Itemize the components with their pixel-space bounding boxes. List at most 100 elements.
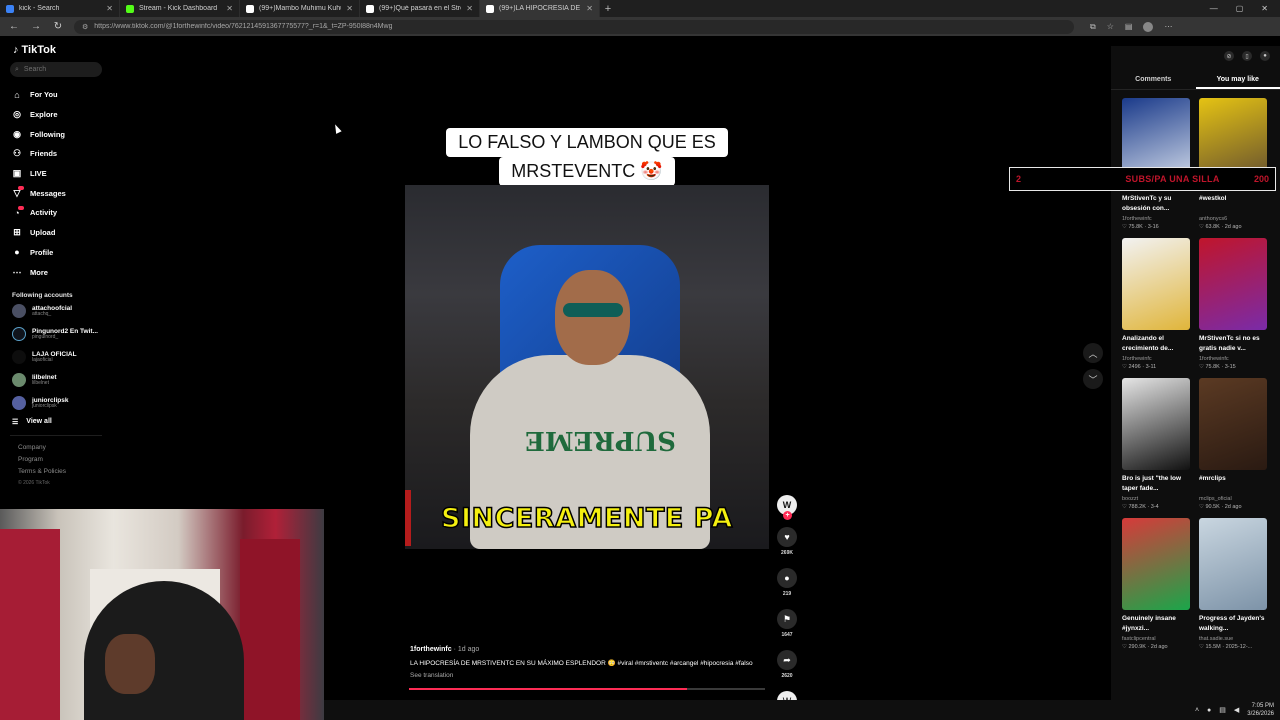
browser-tab[interactable]: Stream - Kick Dashboard ✕ xyxy=(120,0,240,17)
see-translation-link[interactable]: See translation xyxy=(410,672,770,679)
back-icon[interactable]: ← xyxy=(8,21,20,32)
video-author[interactable]: 1forthewinfc · 1d ago xyxy=(410,646,770,653)
clock-time: 7:05 PM xyxy=(1251,703,1274,709)
sidebar-item-for-you[interactable]: ⌂ For You xyxy=(10,85,102,105)
mouse-cursor xyxy=(332,123,342,134)
following-accounts-title: Following accounts xyxy=(12,291,73,299)
card-thumbnail xyxy=(1122,518,1190,610)
block-icon[interactable]: ⊘ xyxy=(1224,51,1234,61)
sidebar-item-upload[interactable]: ⊞ Upload xyxy=(10,223,102,243)
recommendation-card[interactable]: #mrclips mclips_oficial ♡ 90.5K · 2d ago xyxy=(1199,378,1267,510)
mic-icon[interactable]: ● xyxy=(1207,707,1211,714)
video-player[interactable]: SUPREME SINCERAMENTE PA xyxy=(405,185,769,549)
close-tab-icon[interactable]: ✕ xyxy=(106,4,113,13)
share-button[interactable]: ➦ xyxy=(777,650,797,670)
close-tab-icon[interactable]: ✕ xyxy=(586,4,593,13)
recommendation-card[interactable]: MrStivenTc si no es gratis nadie v... 1f… xyxy=(1199,238,1267,370)
sidebar-item-following[interactable]: ◉ Following xyxy=(10,124,102,144)
video-progress-bar[interactable] xyxy=(409,688,765,690)
tiktok-logo[interactable]: ♪ TikTok xyxy=(13,44,102,56)
close-tab-icon[interactable]: ✕ xyxy=(226,4,233,13)
browser-tab[interactable]: (99+)Mambo Muhimu Kuhusu Fe ✕ xyxy=(240,0,360,17)
previous-video-button[interactable]: ︿ xyxy=(1083,343,1103,363)
favorites-icon[interactable]: ☆ xyxy=(1107,22,1114,32)
card-stats: ♡ 75.8K · 3-15 xyxy=(1199,364,1236,370)
url-field[interactable]: ⚙ https://www.tiktok.com/@1forthewinfc/v… xyxy=(74,19,1074,34)
following-account[interactable]: juniorclipsk juniorclipsk xyxy=(10,393,102,414)
close-window-icon[interactable]: ✕ xyxy=(1261,4,1268,13)
comment-button[interactable]: ● xyxy=(777,568,797,588)
upload-icon: ⊞ xyxy=(13,227,21,238)
recommendation-card[interactable]: #westkol anthonycs6 ♡ 63.8K · 2d ago xyxy=(1199,98,1267,230)
sidebar-item-label: Profile xyxy=(30,247,54,257)
recommendation-card[interactable]: Analizando el crecimiento de... 1forthew… xyxy=(1122,238,1190,370)
webcam-overlay xyxy=(0,509,324,720)
sidebar-item-explore[interactable]: ◎ Explore xyxy=(10,105,102,125)
avatar xyxy=(12,396,26,411)
network-icon[interactable]: ▤ xyxy=(1219,706,1226,714)
account-handle: pinguinord_ xyxy=(32,334,59,341)
creator-avatar[interactable]: W + xyxy=(777,495,797,520)
recommendation-card[interactable]: Bro is just "the low taper fade... boozz… xyxy=(1122,378,1190,510)
sub-goal-target: 200 xyxy=(1253,174,1269,184)
search-input[interactable]: ⌕ Search xyxy=(10,62,102,77)
volume-icon[interactable]: ◀ xyxy=(1234,706,1239,714)
video-nav-arrows: ︿ ﹀ xyxy=(1083,343,1103,389)
following-account[interactable]: lilbelnet lilbelnet xyxy=(10,370,102,391)
browser-tab[interactable]: (99+)Qué pasará en el Stream de ✕ xyxy=(360,0,480,17)
phone-icon[interactable]: ▯ xyxy=(1242,51,1252,61)
search-placeholder: Search xyxy=(23,66,47,73)
account-handle: attachq_ xyxy=(32,311,52,318)
system-clock[interactable]: 7:05 PM 3/26/2026 xyxy=(1247,702,1274,718)
sidebar-item-activity[interactable]: ◔ Activity xyxy=(10,203,102,223)
account-handle: juniorclipsk xyxy=(32,403,57,410)
following-account[interactable]: LAJA OFICIAL lajaoficial xyxy=(10,347,102,368)
reload-icon[interactable]: ↻ xyxy=(52,21,64,32)
save-button[interactable]: ⚑ xyxy=(777,609,797,629)
tab-comments[interactable]: Comments xyxy=(1111,76,1196,89)
sidebar-item-label: Messages xyxy=(30,188,66,198)
recommendation-card[interactable]: MrStivenTc y su obsesión con... 1forthew… xyxy=(1122,98,1190,230)
extensions-icon[interactable]: ⧉ xyxy=(1090,22,1096,32)
sidebar-item-more[interactable]: ⋯ More xyxy=(10,262,102,282)
sidebar-item-live[interactable]: ▣ LIVE xyxy=(10,164,102,184)
forward-icon[interactable]: → xyxy=(30,21,42,32)
sidebar-item-label: Following xyxy=(30,129,65,139)
sidebar-item-profile[interactable]: ● Profile xyxy=(10,243,102,263)
address-bar-row: ← → ↻ ⚙ https://www.tiktok.com/@1forthew… xyxy=(0,17,1280,36)
footer-link-terms[interactable]: Terms & Policies xyxy=(18,466,102,478)
comment-count: 219 xyxy=(782,591,792,597)
site-info-icon[interactable]: ⚙ xyxy=(82,23,88,31)
recommendation-card[interactable]: Progress of Jayden's walking... that.sad… xyxy=(1199,518,1267,650)
video-title-line-1: LO FALSO Y LAMBON QUE ES xyxy=(446,128,728,157)
profile-avatar-icon[interactable] xyxy=(1143,21,1154,32)
video-actions: W+ ♥ 269K ● 219 ⚑ 1647 ➦ 2620 W xyxy=(776,495,798,711)
browser-tab-active[interactable]: (99+)LA HIPOCRESÍA DE MR ✕ xyxy=(480,0,600,17)
post-age: · 1d ago xyxy=(453,646,480,653)
tray-arrow-icon[interactable]: ˄ xyxy=(1195,707,1199,714)
next-video-button[interactable]: ﹀ xyxy=(1083,369,1103,389)
tab-you-may-like[interactable]: You may like xyxy=(1195,76,1280,89)
maximize-icon[interactable]: ▢ xyxy=(1236,4,1244,13)
following-account[interactable]: attachoofcial attachq_ xyxy=(10,301,102,322)
sidebar-item-friends[interactable]: ⚇ Friends xyxy=(10,144,102,164)
like-button[interactable]: ♥ xyxy=(777,527,797,547)
account-handle: lajaoficial xyxy=(32,357,53,364)
browser-tab[interactable]: kick - Search ✕ xyxy=(0,0,120,17)
close-tab-icon[interactable]: ✕ xyxy=(466,4,473,13)
minimize-icon[interactable]: — xyxy=(1210,4,1218,13)
menu-dots-icon[interactable]: ⋯ xyxy=(1164,22,1172,32)
sidebar-item-label: Friends xyxy=(30,149,58,159)
new-tab-button[interactable]: + xyxy=(600,3,616,15)
footer-link-program[interactable]: Program xyxy=(18,454,102,466)
view-all-link[interactable]: ☰ View all xyxy=(10,418,102,426)
close-tab-icon[interactable]: ✕ xyxy=(346,4,353,13)
recommendation-card[interactable]: Genuinely insane #jynxzi... fastclipcent… xyxy=(1122,518,1190,650)
footer-link-company[interactable]: Company xyxy=(18,442,102,454)
sidebar-item-messages[interactable]: ▽ Messages xyxy=(10,183,102,203)
collections-icon[interactable]: ▤ xyxy=(1125,22,1133,32)
follow-plus-icon[interactable]: + xyxy=(783,511,792,520)
following-account[interactable]: Pingunord2 En Twit... pinguinord_ xyxy=(10,324,102,345)
user-avatar-icon[interactable]: ● xyxy=(1260,51,1270,61)
share-icon: ➦ xyxy=(783,654,791,665)
